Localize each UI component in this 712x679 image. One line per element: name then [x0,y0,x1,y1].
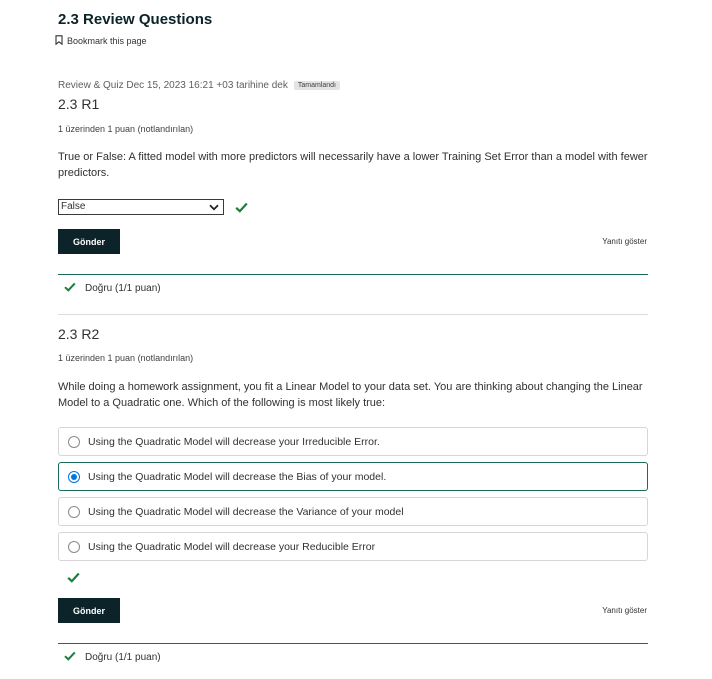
option-label: Using the Quadratic Model will decrease … [88,470,387,483]
submit-button[interactable]: Gönder [58,229,120,254]
question-separator [58,314,648,315]
correct-check-icon [235,200,248,218]
show-answer-button[interactable]: Yanıtı göster [602,606,647,615]
due-date-meta: Review & Quiz Dec 15, 2023 16:21 +03 tar… [58,80,341,91]
answer-option[interactable]: Using the Quadratic Model will decrease … [58,497,648,526]
feedback-text: Doğru (1/1 puan) [85,283,161,294]
feedback-message: Doğru (1/1 puan) [64,282,161,295]
question-prompt: While doing a homework assignment, you f… [58,381,643,409]
question-title: 2.3 R2 [58,326,100,342]
chevron-down-icon [209,204,219,211]
check-icon [64,282,76,295]
radio-button[interactable] [68,540,80,553]
radio-button[interactable] [68,505,80,518]
option-label: Using the Quadratic Model will decrease … [88,540,376,553]
status-badge: Tamamlandı [293,81,341,90]
check-icon [64,651,76,664]
bookmark-button[interactable]: Bookmark this page [55,35,147,47]
answer-option[interactable]: Using the Quadratic Model will decrease … [58,427,648,456]
due-date-text: Review & Quiz Dec 15, 2023 16:21 +03 tar… [58,80,288,91]
correct-check-icon [67,570,80,588]
show-answer-button[interactable]: Yanıtı göster [602,237,647,246]
page-title: 2.3 Review Questions [58,11,213,28]
feedback-text: Doğru (1/1 puan) [85,652,161,663]
feedback-divider [58,643,648,644]
bookmark-label: Bookmark this page [67,36,147,46]
radio-button[interactable] [68,435,80,448]
feedback-message: Doğru (1/1 puan) [64,651,161,664]
answer-option[interactable]: Using the Quadratic Model will decrease … [58,532,648,561]
answer-select[interactable]: False [58,199,224,215]
question-points: 1 üzerinden 1 puan (notlandırılan) [58,124,194,134]
option-label: Using the Quadratic Model will decrease … [88,435,380,448]
option-label: Using the Quadratic Model will decrease … [88,505,404,518]
answer-option-selected[interactable]: Using the Quadratic Model will decrease … [58,462,648,491]
question-points: 1 üzerinden 1 puan (notlandırılan) [58,353,194,363]
feedback-divider [58,274,648,275]
select-value: False [61,201,86,212]
radio-button-checked[interactable] [68,470,80,483]
bookmark-icon [55,35,67,47]
question-prompt: True or False: A fitted model with more … [58,151,648,179]
question-title: 2.3 R1 [58,96,100,112]
submit-button[interactable]: Gönder [58,598,120,623]
